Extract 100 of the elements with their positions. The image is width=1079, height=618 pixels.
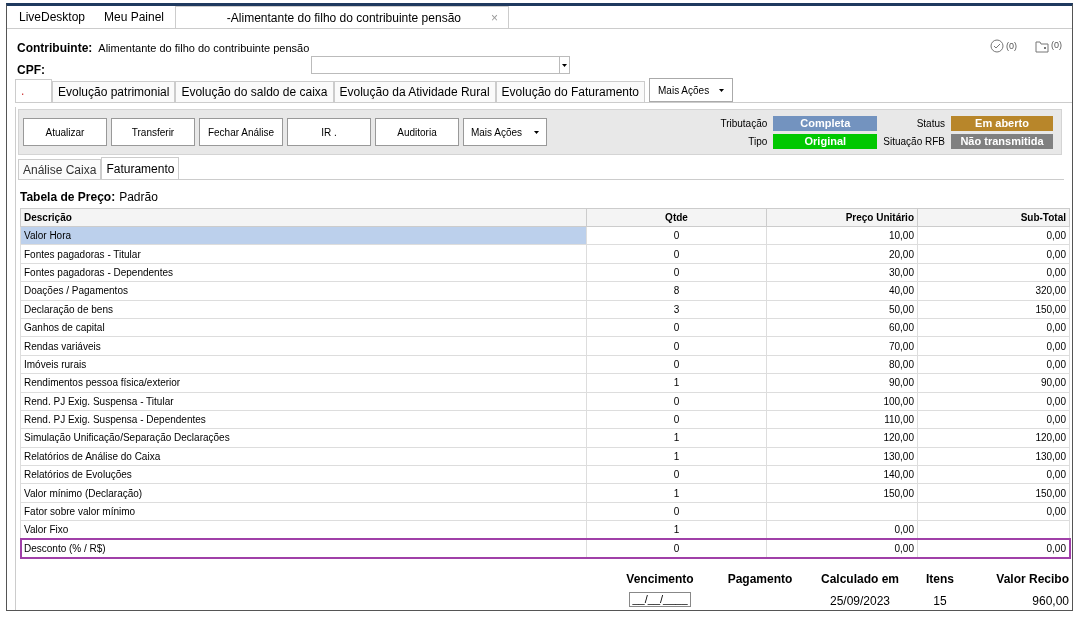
table-cell: 40,00 xyxy=(766,281,918,301)
table-cell: Fator sobre valor mínimo xyxy=(20,502,587,521)
section-tab[interactable]: Evolução patrimonial xyxy=(52,81,176,102)
table-cell: Doações / Pagamentos xyxy=(20,281,587,301)
dropdown-field[interactable] xyxy=(311,56,571,74)
table-cell: 150,00 xyxy=(766,483,918,503)
column-heading: Pagamento xyxy=(726,571,794,589)
table-cell: Rendas variáveis xyxy=(20,336,587,356)
document-tab[interactable]: -Alimentante do filho do contribuinte pensão × xyxy=(175,6,509,28)
table-cell: 1 xyxy=(586,373,767,392)
table-cell: 0,00 xyxy=(917,318,1070,337)
table-cell: 60,00 xyxy=(766,318,918,337)
status-badge: Completa xyxy=(773,115,878,131)
table-cell: 3 xyxy=(586,300,767,319)
table-cell: Imóveis rurais xyxy=(20,355,587,374)
folder-icon[interactable] xyxy=(1035,39,1049,53)
document-tab[interactable]: Meu Painel xyxy=(93,6,175,28)
field-label: Tipo xyxy=(747,134,768,149)
caret-icon xyxy=(719,88,725,92)
column-heading: Vencimento xyxy=(625,571,695,589)
receipt-total: 960,00 xyxy=(1031,593,1069,611)
table-cell: 0,00 xyxy=(917,263,1070,282)
tab[interactable]: Faturamento xyxy=(101,157,180,179)
caret-icon xyxy=(562,63,568,67)
table-cell: 140,00 xyxy=(766,465,918,484)
table-cell: Ganhos de capital xyxy=(20,318,587,337)
table-cell: 1 xyxy=(586,447,767,466)
table-cell: 0,00 xyxy=(917,244,1070,264)
menu-button[interactable]: Mais Ações xyxy=(649,78,734,102)
table-cell: 0 xyxy=(586,392,767,411)
item-count: 15 xyxy=(932,593,948,611)
table-cell: 0 xyxy=(586,336,767,356)
table-cell: 70,00 xyxy=(766,336,918,356)
column-heading: Itens xyxy=(925,571,955,589)
calculated-date: 25/09/2023 xyxy=(828,593,892,611)
table-cell: 0,00 xyxy=(917,410,1070,429)
table-cell: 90,00 xyxy=(766,373,918,392)
menu-button[interactable]: Mais Ações xyxy=(463,118,547,146)
toolbar-button[interactable]: Auditoria xyxy=(375,118,459,146)
table-cell: 0 xyxy=(586,355,767,374)
table-cell: 20,00 xyxy=(766,244,918,264)
table-cell: Relatórios de Análise do Caixa xyxy=(20,447,587,466)
checkmark-circle-icon[interactable] xyxy=(990,39,1004,53)
table-cell: 150,00 xyxy=(917,300,1070,319)
column-heading: Calculado em xyxy=(820,571,900,589)
table-cell: Fontes pagadoras - Dependentes xyxy=(20,263,587,282)
table-cell: Declaração de bens xyxy=(20,300,587,319)
table-cell: Simulação Unificação/Separação Declarações xyxy=(20,428,587,448)
status-badge: Original xyxy=(773,133,878,149)
table-cell: 0 xyxy=(586,226,767,245)
table-cell: Rend. PJ Exig. Suspensa - Titular xyxy=(20,392,587,411)
field-label: Contribuinte: xyxy=(17,40,93,57)
table-cell: 0,00 xyxy=(917,392,1070,411)
table-cell: 30,00 xyxy=(766,263,918,282)
table-cell: Fontes pagadoras - Titular xyxy=(20,244,587,264)
table-cell: Rend. PJ Exig. Suspensa - Dependentes xyxy=(20,410,587,429)
count-label: (0) xyxy=(1051,39,1062,52)
caret-icon xyxy=(534,130,540,134)
section-tab[interactable]: . xyxy=(15,79,52,102)
table-cell: 0,00 xyxy=(917,465,1070,484)
table-cell: Valor mínimo (Declaração) xyxy=(20,483,587,503)
column-header[interactable]: Qtde xyxy=(586,208,767,227)
column-header[interactable]: Sub-Total xyxy=(917,208,1070,227)
table-cell: 1 xyxy=(586,483,767,503)
table-cell: 0 xyxy=(586,465,767,484)
toolbar-button[interactable]: Atualizar xyxy=(23,118,107,146)
table-cell: 110,00 xyxy=(766,410,918,429)
count-label: (0) xyxy=(1006,39,1017,53)
table-cell: 0 xyxy=(586,263,767,282)
status-badge: Em aberto xyxy=(951,115,1053,131)
table-cell: 80,00 xyxy=(766,355,918,374)
table-cell: 0 xyxy=(586,244,767,264)
table-cell: 320,00 xyxy=(917,281,1070,301)
table-cell: 120,00 xyxy=(917,428,1070,448)
contributor-name: Alimentante do filho do contribuinte pensão xyxy=(98,40,310,56)
table-cell: 130,00 xyxy=(766,447,918,466)
document-tab[interactable]: LiveDesktop xyxy=(11,6,93,28)
tab[interactable]: Análise Caixa xyxy=(18,159,102,179)
toolbar-button[interactable]: Transferir xyxy=(111,118,195,146)
price-table-name: Padrão xyxy=(119,189,158,206)
column-header[interactable]: Descrição xyxy=(20,208,587,227)
table-cell: 0,00 xyxy=(917,355,1070,374)
table-cell: 100,00 xyxy=(766,392,918,411)
section-tab[interactable]: Evolução do saldo de caixa xyxy=(175,81,334,102)
table-cell: 90,00 xyxy=(917,373,1070,392)
table-cell: 0 xyxy=(586,318,767,337)
table-cell: 8 xyxy=(586,281,767,301)
status-badge: Não transmitida xyxy=(951,133,1053,149)
section-tab[interactable]: Evolução do Faturamento xyxy=(495,81,646,102)
date-field[interactable]: __/__/____ xyxy=(629,592,691,608)
table-cell: 50,00 xyxy=(766,300,918,319)
column-header[interactable]: Preço Unitário xyxy=(766,208,918,227)
section-tab[interactable]: Evolução da Atividade Rural xyxy=(333,81,496,102)
toolbar-button[interactable]: IR . xyxy=(287,118,371,146)
table-cell: 120,00 xyxy=(766,428,918,448)
toolbar-button[interactable]: Fechar Análise xyxy=(199,118,283,146)
table-cell: Relatórios de Evoluções xyxy=(20,465,587,484)
field-label: Tributação xyxy=(720,116,768,131)
table-cell: 130,00 xyxy=(917,447,1070,466)
field-label: Tabela de Preço: xyxy=(20,189,116,206)
